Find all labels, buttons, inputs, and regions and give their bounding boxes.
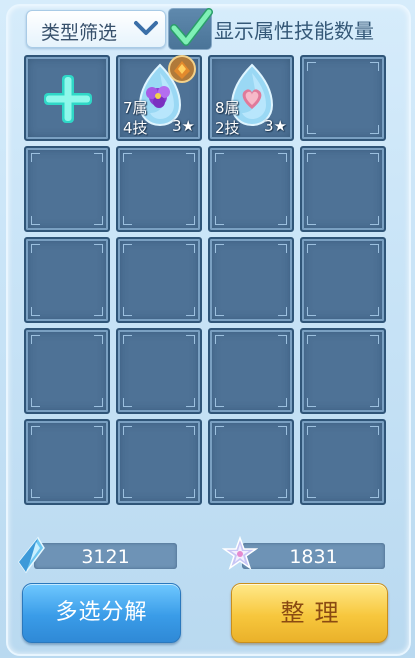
inventory-grid: 7属 4技 3★ 8属 2技 3★ [24,55,386,507]
empty-inventory-slot[interactable] [24,419,110,505]
inventory-item-slot[interactable]: 7属 4技 3★ [116,55,202,141]
empty-inventory-slot[interactable] [300,146,386,232]
empty-inventory-slot[interactable] [300,419,386,505]
item-skill-count: 4技 [123,119,148,137]
star-gem-icon [221,535,259,578]
empty-inventory-slot[interactable] [300,328,386,414]
empty-inventory-slot[interactable] [208,419,294,505]
blue-crystal-icon [16,536,46,578]
empty-inventory-slot[interactable] [208,328,294,414]
empty-inventory-slot[interactable] [300,55,386,141]
empty-inventory-slot[interactable] [24,237,110,323]
empty-inventory-slot[interactable] [116,419,202,505]
show-stats-label: 显示属性技能数量 [214,19,374,43]
show-stats-checkbox[interactable] [168,8,213,50]
star-currency-bar: 1831 [242,543,385,569]
item-skill-count: 2技 [215,119,240,137]
item-attribute-count: 8属 [215,99,240,117]
star-currency-value: 1831 [289,546,338,568]
multi-select-decompose-button[interactable]: 多选分解 [22,583,181,643]
crystal-currency-value: 3121 [81,546,130,568]
empty-inventory-slot[interactable] [116,237,202,323]
type-filter-label: 类型筛选 [41,22,118,44]
item-attribute-count: 7属 [123,99,148,117]
crystal-currency-bar: 3121 [34,543,177,569]
chevron-down-icon [133,19,159,41]
empty-inventory-slot[interactable] [24,146,110,232]
empty-inventory-slot[interactable] [24,328,110,414]
add-slot-button[interactable] [24,55,110,141]
empty-inventory-slot[interactable] [208,146,294,232]
item-star-rating: 3★ [172,117,195,135]
inventory-item-slot[interactable]: 8属 2技 3★ [208,55,294,141]
type-filter-dropdown[interactable]: 类型筛选 [26,10,166,48]
empty-inventory-slot[interactable] [300,237,386,323]
empty-inventory-slot[interactable] [116,146,202,232]
item-star-rating: 3★ [264,117,287,135]
empty-inventory-slot[interactable] [208,237,294,323]
empty-inventory-slot[interactable] [116,328,202,414]
sort-button[interactable]: 整理 [231,583,388,643]
